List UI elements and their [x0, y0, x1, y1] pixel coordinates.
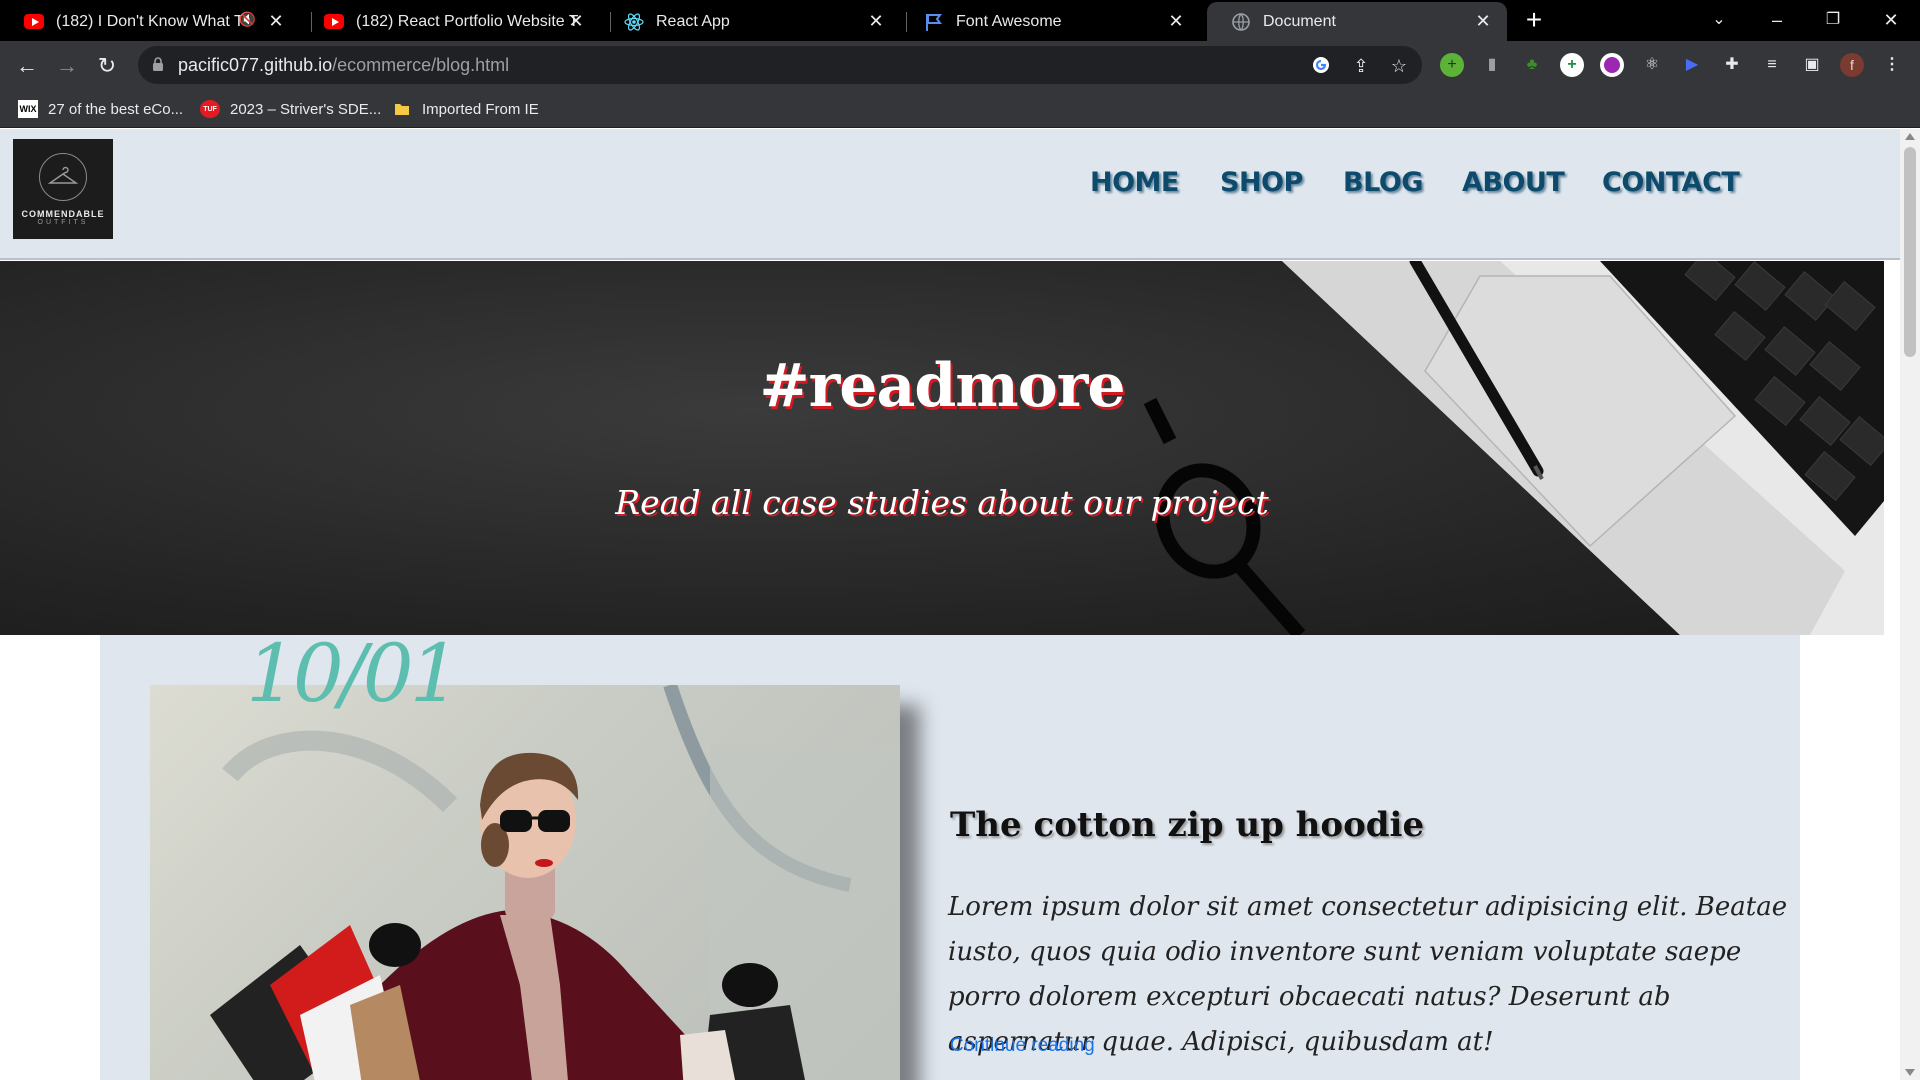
- bookmarks-bar: WIX 27 of the best eCo... TUF 2023 – Str…: [0, 90, 1920, 128]
- page-viewport: COMMENDABLE OUTFITS HOME SHOP BLOG ABOUT…: [0, 129, 1920, 1080]
- tab-title: (182) I Don't Know What To Do: [56, 12, 241, 30]
- bookmark-wix[interactable]: WIX 27 of the best eCo...: [18, 90, 183, 128]
- close-tab-icon[interactable]: ✕: [1473, 11, 1493, 31]
- flag-icon: [924, 12, 944, 32]
- profile-avatar[interactable]: f: [1840, 53, 1864, 77]
- extension-plus-icon[interactable]: +: [1560, 53, 1584, 77]
- tab-strip: (182) I Don't Know What To Do 🔇 ✕ (182) …: [0, 0, 1920, 41]
- url-text[interactable]: pacific077.github.io/ecommerce/blog.html: [178, 55, 509, 76]
- bookmark-star-icon[interactable]: ☆: [1388, 55, 1410, 77]
- restore-button[interactable]: ❐: [1808, 0, 1858, 41]
- lock-icon[interactable]: [152, 57, 164, 71]
- tuf-icon: TUF: [200, 100, 220, 118]
- hero-title: #readmore: [759, 351, 1125, 421]
- page-scrollbar[interactable]: [1900, 129, 1920, 1080]
- bookmark-label: 27 of the best eCo...: [48, 100, 184, 118]
- close-tab-icon[interactable]: ✕: [1166, 11, 1186, 31]
- hero-subtitle: Read all case studies about our project: [615, 483, 1269, 522]
- post-date: 10/01: [246, 627, 461, 720]
- extensions-puzzle-icon[interactable]: ✚: [1720, 53, 1744, 77]
- youtube-icon: [24, 12, 44, 32]
- bookmark-striver[interactable]: TUF 2023 – Striver's SDE...: [200, 90, 381, 128]
- tab-document[interactable]: Document ✕: [1207, 2, 1507, 41]
- extension-avatar-icon[interactable]: [1600, 53, 1624, 77]
- nav-blog[interactable]: BLOG: [1343, 167, 1423, 198]
- extension-play-icon[interactable]: ▶: [1680, 53, 1704, 77]
- tab-title: (182) React Portfolio Website Tutorial: [356, 12, 578, 30]
- tab-search-icon[interactable]: ⌄: [1694, 0, 1744, 41]
- site-header: COMMENDABLE OUTFITS HOME SHOP BLOG ABOUT…: [0, 129, 1900, 260]
- close-window-button[interactable]: ✕: [1866, 0, 1916, 41]
- nav-about[interactable]: ABOUT: [1462, 167, 1565, 198]
- speaker-muted-icon[interactable]: 🔇: [239, 11, 256, 28]
- extension-add-icon[interactable]: +: [1440, 53, 1464, 77]
- browser-toolbar: ← → ↻ pacific077.github.io/ecommerce/blo…: [0, 41, 1920, 90]
- reload-button[interactable]: ↻: [90, 49, 124, 83]
- media-controls-icon[interactable]: ≡: [1760, 53, 1784, 77]
- tab-title: React App: [656, 12, 730, 30]
- forward-button[interactable]: →: [50, 49, 84, 83]
- tab-youtube-2[interactable]: (182) React Portfolio Website Tutorial ✕: [300, 2, 600, 41]
- logo-sub: OUTFITS: [37, 219, 89, 226]
- extension-bottle-icon[interactable]: ▮: [1480, 53, 1504, 77]
- logo-brand: COMMENDABLE: [21, 209, 105, 219]
- wix-icon: WIX: [18, 100, 38, 118]
- blog-post-card: 10/01 The cotton zip up hoodie Lorem ips…: [100, 627, 1800, 1080]
- tab-title: Document: [1263, 12, 1336, 30]
- minimize-button[interactable]: –: [1752, 0, 1802, 41]
- folder-icon: [392, 100, 412, 118]
- google-icon[interactable]: [1310, 55, 1332, 77]
- continue-reading-link[interactable]: Continue reading: [950, 1035, 1095, 1057]
- desk-laptop-illustration: [1143, 261, 1884, 635]
- tab-youtube-1[interactable]: (182) I Don't Know What To Do 🔇 ✕: [0, 2, 300, 41]
- close-tab-icon[interactable]: ✕: [566, 11, 586, 31]
- back-button[interactable]: ←: [10, 49, 44, 83]
- close-tab-icon[interactable]: ✕: [866, 11, 886, 31]
- address-bar[interactable]: pacific077.github.io/ecommerce/blog.html…: [138, 46, 1422, 84]
- menu-kebab-icon[interactable]: ⋮: [1880, 53, 1904, 77]
- scroll-up-arrow-icon[interactable]: [1905, 133, 1915, 140]
- react-icon: [624, 12, 644, 32]
- youtube-icon: [324, 12, 344, 32]
- post-title: The cotton zip up hoodie: [950, 805, 1425, 845]
- bookmark-folder-ie[interactable]: Imported From IE: [392, 90, 539, 128]
- post-image: [150, 685, 900, 1080]
- extension-react-icon[interactable]: ⚛: [1640, 53, 1664, 77]
- hero-banner: #readmore Read all case studies about ou…: [0, 261, 1884, 635]
- tab-react-app[interactable]: React App ✕: [600, 2, 900, 41]
- bookmark-label: 2023 – Striver's SDE...: [230, 100, 382, 118]
- scroll-down-arrow-icon[interactable]: [1905, 1069, 1915, 1076]
- tab-title: Font Awesome: [956, 12, 1062, 30]
- scrollbar-thumb[interactable]: [1904, 147, 1916, 357]
- hanger-icon: [39, 153, 87, 201]
- nav-home[interactable]: HOME: [1090, 167, 1179, 198]
- tab-font-awesome[interactable]: Font Awesome ✕: [900, 2, 1200, 41]
- nav-shop[interactable]: SHOP: [1220, 167, 1303, 198]
- side-panel-icon[interactable]: ▣: [1800, 53, 1824, 77]
- nav-contact[interactable]: CONTACT: [1602, 167, 1740, 198]
- site-logo[interactable]: COMMENDABLE OUTFITS: [13, 139, 113, 239]
- extension-tree-icon[interactable]: ♣: [1520, 53, 1544, 77]
- new-tab-button[interactable]: +: [1520, 6, 1548, 35]
- share-icon[interactable]: ⇪: [1350, 55, 1372, 77]
- close-tab-icon[interactable]: ✕: [266, 11, 286, 31]
- bookmark-label: Imported From IE: [422, 100, 539, 118]
- globe-icon: [1231, 12, 1251, 32]
